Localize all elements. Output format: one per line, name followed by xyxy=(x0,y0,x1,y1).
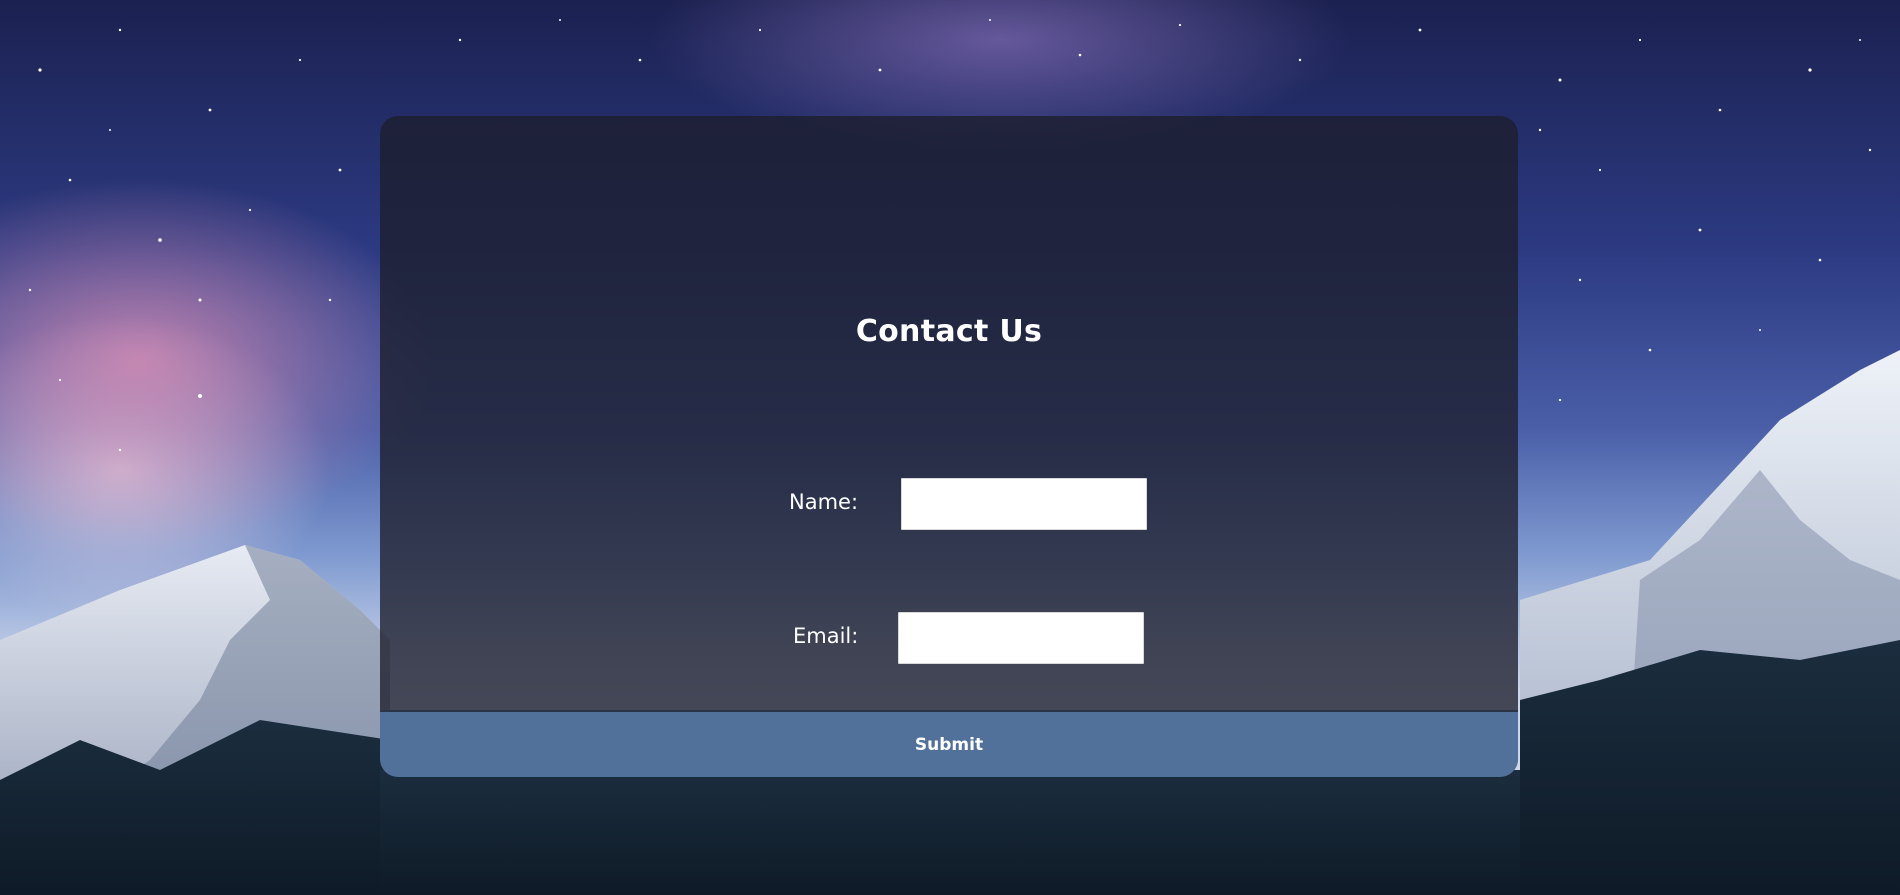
form-title: Contact Us xyxy=(855,314,1043,349)
name-label: Name: xyxy=(789,490,859,514)
name-input[interactable] xyxy=(901,478,1147,530)
email-input[interactable] xyxy=(898,612,1144,664)
contact-form-card: Contact Us Name: Email: Submit xyxy=(380,116,1518,777)
email-label: Email: xyxy=(793,624,859,648)
submit-button[interactable]: Submit xyxy=(380,710,1518,777)
